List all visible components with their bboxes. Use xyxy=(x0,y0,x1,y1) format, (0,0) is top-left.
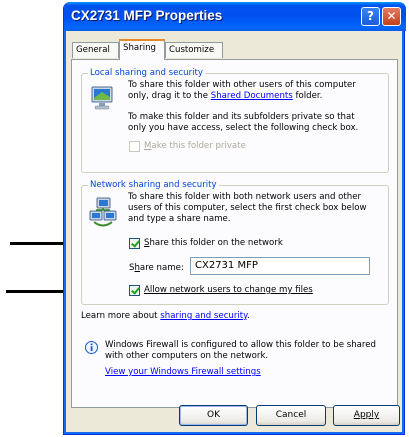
local-text-2-prefix: only, drag it to the xyxy=(128,91,211,101)
ok-label: OK xyxy=(207,410,220,420)
firewall-settings-link[interactable]: View your Windows Firewall settings xyxy=(105,367,261,377)
network-sharing-group: Network sharing and security To share th… xyxy=(81,180,389,305)
share-folder-checkbox[interactable] xyxy=(129,238,140,249)
close-button[interactable]: ✕ xyxy=(382,7,401,26)
make-private-label-rest: ake this folder private xyxy=(151,141,246,151)
network-share-icon xyxy=(89,197,117,227)
tab-customize[interactable]: Customize xyxy=(165,42,223,58)
share-name-value: CX2731 MFP xyxy=(195,260,258,271)
tab-sharing-label: Sharing xyxy=(123,43,156,53)
share-folder-label-rest: hare this folder on the network xyxy=(149,238,283,248)
tab-general-label: General xyxy=(76,45,110,55)
ok-button[interactable]: OK xyxy=(179,405,248,426)
cancel-button[interactable]: Cancel xyxy=(256,405,326,426)
window-title: CX2731 MFP Properties xyxy=(71,8,223,23)
network-text-1: To share this folder with both network u… xyxy=(128,192,362,202)
network-text-3: and type a share name. xyxy=(128,214,231,224)
tab-general[interactable]: General xyxy=(72,42,119,58)
firewall-text-2: with other computers on the network. xyxy=(105,351,269,361)
network-text-2: users of this computer, select the first… xyxy=(128,203,367,213)
help-button[interactable]: ? xyxy=(361,7,380,26)
local-text-1: To share this folder with other users of… xyxy=(128,80,356,90)
local-text-3: To make this folder and its subfolders p… xyxy=(128,112,355,122)
learn-more-prefix: Learn more about xyxy=(81,311,161,321)
info-icon xyxy=(85,341,98,354)
cancel-label: Cancel xyxy=(275,410,307,420)
local-sharing-heading: Local sharing and security xyxy=(88,68,205,79)
allow-change-checkbox[interactable] xyxy=(129,285,140,296)
make-private-label: Make this folder private xyxy=(144,141,246,151)
learn-more-suffix: . xyxy=(247,311,250,321)
tab-customize-label: Customize xyxy=(169,45,215,55)
apply-label: Apply xyxy=(353,410,380,420)
share-name-label-rest: are name: xyxy=(139,263,184,273)
sharing-security-link[interactable]: sharing and security xyxy=(160,311,247,321)
title-bar[interactable]: CX2731 MFP Properties ? ✕ xyxy=(64,2,406,31)
close-icon: ✕ xyxy=(386,9,397,23)
local-text-4: only you have access, select the followi… xyxy=(128,123,359,133)
local-sharing-group: Local sharing and security To share this… xyxy=(81,68,389,173)
share-name-label: Share name: xyxy=(129,263,184,273)
make-private-checkbox[interactable] xyxy=(129,141,140,152)
firewall-text-1: Windows Firewall is configured to allow … xyxy=(105,340,377,350)
local-share-icon xyxy=(91,86,113,110)
shared-documents-link[interactable]: Shared Documents xyxy=(211,91,293,101)
share-name-input[interactable]: CX2731 MFP xyxy=(190,257,370,275)
learn-more-text: Learn more about sharing and security. xyxy=(81,311,250,321)
tab-sharing[interactable]: Sharing xyxy=(119,39,165,60)
local-text-2-suffix: folder. xyxy=(292,91,323,101)
network-sharing-heading: Network sharing and security xyxy=(88,180,219,191)
properties-window: CX2731 MFP Properties ? ✕ General Sharin… xyxy=(63,2,406,435)
help-icon: ? xyxy=(367,9,374,23)
local-text-2: only, drag it to the Shared Documents fo… xyxy=(128,91,322,101)
apply-button[interactable]: Apply xyxy=(333,405,400,426)
allow-change-label: Allow network users to change my files xyxy=(144,285,313,295)
sharing-panel: Local sharing and security To share this… xyxy=(71,59,398,408)
share-folder-label: Share this folder on the network xyxy=(144,238,283,248)
